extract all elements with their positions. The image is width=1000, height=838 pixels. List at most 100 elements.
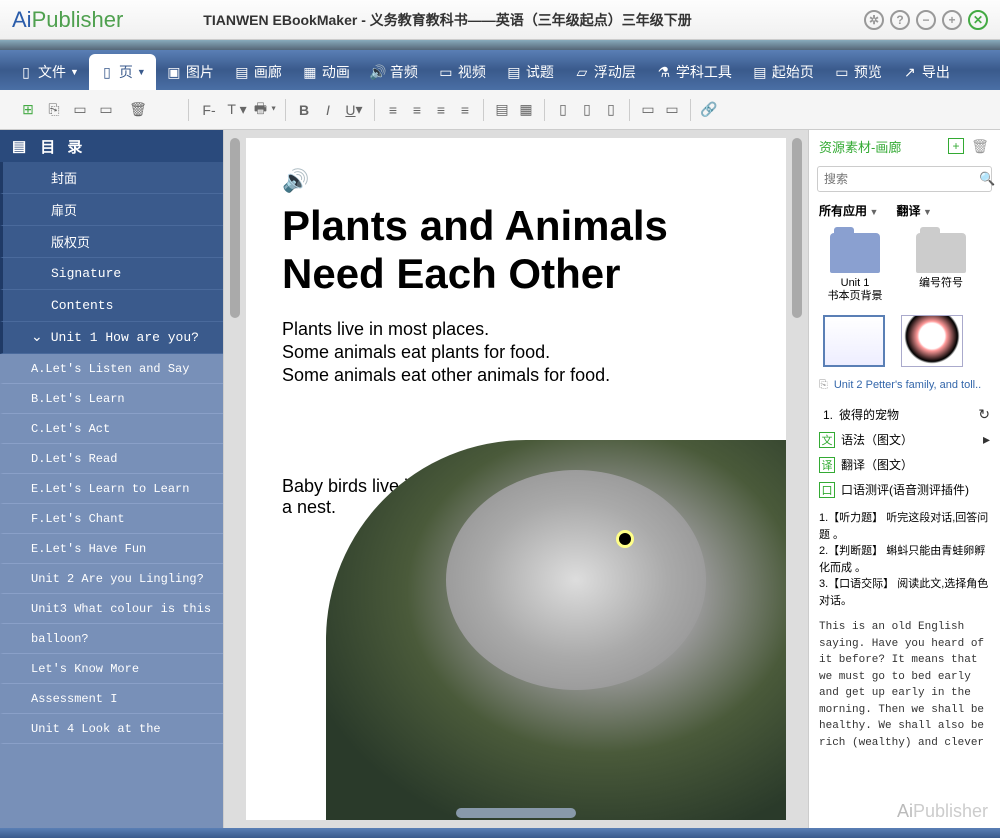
toc-tree[interactable]: 封面扉页版权页SignatureContentsUnit 1 How are y… [0,162,223,828]
col2-icon[interactable]: ▯ [577,100,597,120]
delete-resource-icon[interactable]: 🗑 [970,136,990,156]
layout2-icon[interactable]: ▭ [662,100,682,120]
search-input[interactable] [824,172,979,186]
resource-row[interactable]: 1.彼得的宠物↻ [819,402,990,427]
image-icon: ▣ [166,64,182,80]
maximize-icon[interactable]: + [942,10,962,30]
folder-unit1[interactable]: Unit 1书本页背景 [823,233,887,303]
page-preview[interactable]: 🔊 Plants and AnimalsNeed Each Other Plan… [246,138,786,820]
align-left-icon[interactable]: ≡ [383,100,403,120]
resource-row[interactable]: 口口语测评(语音测评插件) [819,477,990,502]
ribbon-tab-video[interactable]: ▭视频 [428,54,496,90]
toc-item[interactable]: F.Let's Chant [0,504,223,534]
copy-icon[interactable]: ⎘ [819,379,828,392]
col3-icon[interactable]: ▯ [601,100,621,120]
toc-item[interactable]: B.Let's Learn [0,384,223,414]
folder-symbols[interactable]: 编号符号 [909,233,973,303]
toc-item[interactable]: A.Let's Listen and Say [0,354,223,384]
preview-icon: ▭ [834,64,850,80]
ribbon-tab-anim[interactable]: ▦动画 [292,54,360,90]
window-controls: ✲ ? − + ✕ [864,10,988,30]
bold-icon[interactable]: B [294,100,314,120]
copy-icon[interactable]: ⎘ [44,100,64,120]
toc-item[interactable]: 封面 [0,162,223,194]
gallery-icon: ▤ [234,64,250,80]
toc-item[interactable]: Unit3 What colour is this [0,594,223,624]
add-resource-icon[interactable]: + [948,138,964,154]
settings-icon[interactable]: ✲ [864,10,884,30]
grid-icon[interactable]: ▦ [516,100,536,120]
ribbon-tab-float[interactable]: ▱浮动层 [564,54,646,90]
minimize-icon[interactable]: − [916,10,936,30]
ribbon-tab-export[interactable]: ↗导出 [892,54,960,90]
help-icon[interactable]: ? [890,10,910,30]
align-right-icon[interactable]: ≡ [431,100,451,120]
resource-row[interactable]: 文语法（图文）▸ [819,427,990,452]
file-icon: ▯ [18,64,34,80]
align-justify-icon[interactable]: ≡ [455,100,475,120]
ribbon-tab-preview[interactable]: ▭预览 [824,54,892,90]
thumb-1[interactable] [823,315,885,367]
folder-icon [830,233,880,273]
hscroll[interactable] [456,808,576,818]
toc-item[interactable]: Unit 1 How are you? [0,322,223,354]
page-icon: ▯ [99,64,115,80]
ribbon-tab-tool[interactable]: ⚗学科工具 [646,54,742,90]
panel-title: 资源素材-画廊 [819,137,901,156]
toc-item[interactable]: Assessment I [0,684,223,714]
ribbon-tab-quiz[interactable]: ▤试题 [496,54,564,90]
filter-translate[interactable]: 翻译 [896,202,931,219]
thumb-2[interactable] [901,315,963,367]
ribbon-tab-file[interactable]: ▯文件▼ [8,54,89,90]
resource-link[interactable]: Unit 2 Petter's family, and toll.. [834,379,981,392]
toc-item[interactable]: E.Let's Learn to Learn [0,474,223,504]
app-logo: AiPublisher [12,7,123,33]
paste-icon[interactable]: ▭ [70,100,90,120]
col1-icon[interactable]: ▯ [553,100,573,120]
underline-icon[interactable]: U ▾ [342,100,366,120]
audio-icon: 🔊 [370,64,386,80]
filter-app[interactable]: 所有应用 [819,202,878,219]
page-text: Some animals eat plants for food. [282,342,750,363]
vscroll-left[interactable] [228,134,242,824]
ribbon-tab-gallery[interactable]: ▤画廊 [224,54,292,90]
toc-item[interactable]: Unit 4 Look at the [0,714,223,744]
toc-item[interactable]: D.Let's Read [0,444,223,474]
toc-item[interactable]: balloon? [0,624,223,654]
link-icon[interactable]: 🔗 [699,100,719,120]
trash-icon[interactable]: 🗑 [128,100,148,120]
folder-icon [916,233,966,273]
toc-item[interactable]: 扉页 [0,194,223,226]
ribbon-tab-audio[interactable]: 🔊音频 [360,54,428,90]
add-icon[interactable]: ⊞ [18,100,38,120]
toc-item[interactable]: C.Let's Act [0,414,223,444]
list-icon[interactable]: ▤ [492,100,512,120]
toc-item[interactable]: Let's Know More [0,654,223,684]
vscroll-right[interactable] [790,134,804,824]
ribbon-tab-image[interactable]: ▣图片 [156,54,224,90]
toc-item[interactable]: 版权页 [0,226,223,258]
resource-panel: 资源素材-画廊 + 🗑 🔍 所有应用 翻译 Unit 1书本页背景 编号符号 [808,130,1000,828]
toc-item[interactable]: Contents [0,290,223,322]
toc-item[interactable]: E.Let's Have Fun [0,534,223,564]
english-text: This is an old English saying. Have you … [809,615,1000,755]
search-box[interactable]: 🔍 [817,166,992,192]
search-icon[interactable]: 🔍 [979,171,995,187]
layout-icon[interactable]: ▭ [638,100,658,120]
align-center-icon[interactable]: ≡ [407,100,427,120]
page-title: Plants and AnimalsNeed Each Other [282,202,750,299]
italic-icon[interactable]: I [318,100,338,120]
footer-logo: AiPublisher [809,795,1000,828]
ribbon-tab-page[interactable]: ▯页▼ [89,54,156,90]
clip-icon[interactable]: ▭ [96,100,116,120]
toc-item[interactable]: Signature [0,258,223,290]
ribbon-tab-home[interactable]: ▤起始页 [742,54,824,90]
print-icon[interactable]: 🖶 ▾ [253,100,277,120]
close-icon[interactable]: ✕ [968,10,988,30]
page-text: Some animals eat other animals for food. [282,365,750,386]
toc-item[interactable]: Unit 2 Are you Lingling? [0,564,223,594]
resource-row[interactable]: 译翻译（图文） [819,452,990,477]
font-type-icon[interactable]: T ▾ [225,100,249,120]
font-dec-icon[interactable]: F- [197,100,221,120]
audio-icon[interactable]: 🔊 [282,168,750,194]
